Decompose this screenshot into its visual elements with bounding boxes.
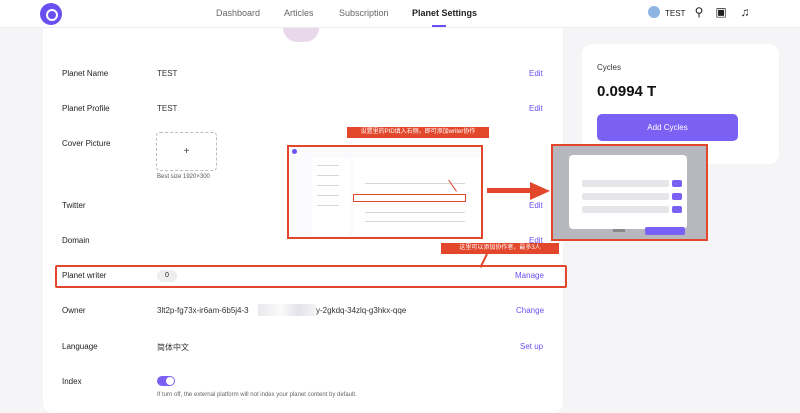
index-hint-text: If turn off, the external platform will … (157, 392, 357, 398)
cover-size-hint: Best size 1920×300 (157, 174, 210, 180)
tab-articles[interactable]: Articles (284, 8, 314, 18)
top-navigation-bar: Dashboard Articles Subscription Planet S… (0, 0, 800, 28)
person-icon[interactable]: ⚲ (692, 5, 706, 19)
mini-pid-input (582, 206, 669, 213)
mini-confirm-button (645, 227, 685, 235)
mini-sidebar (312, 158, 350, 236)
embedded-settings-screenshot (287, 145, 483, 239)
planet-name-edit-button[interactable]: Edit (529, 69, 543, 78)
language-label: Language (62, 342, 98, 351)
planet-profile-label: Planet Profile (62, 104, 110, 113)
owner-principal-end: y-2gkdq-34zlq-g3hkx-qqe (316, 306, 407, 315)
annotation-step-one: 设置里的PID填入右侧，即可添加writer协作 (347, 127, 489, 138)
planet-writer-highlight (55, 265, 567, 288)
mini-add-button (672, 180, 682, 187)
language-value: 简体中文 (157, 343, 189, 352)
planet-name-label: Planet Name (62, 69, 109, 78)
active-tab-indicator (432, 25, 446, 27)
mini-logo-icon (292, 149, 297, 154)
cover-picture-label: Cover Picture (62, 139, 111, 148)
mini-menu-line (317, 205, 339, 206)
logo-icon[interactable] (40, 3, 62, 25)
index-label: Index (62, 377, 82, 386)
manage-writers-button[interactable]: Manage (515, 271, 544, 280)
domain-label: Domain (62, 236, 90, 245)
change-owner-button[interactable]: Change (516, 306, 544, 315)
avatar[interactable] (648, 6, 660, 18)
mini-add-writer-modal (569, 155, 687, 235)
planet-profile-edit-button[interactable]: Edit (529, 104, 543, 113)
big-red-arrow (487, 188, 533, 193)
mini-pid-input (582, 180, 669, 187)
mini-pid-highlight (353, 194, 466, 202)
annotation-step-two: 这里可以添加协作者，最多3人 (441, 243, 559, 254)
planet-writer-label: Planet writer (62, 271, 107, 280)
mini-menu-line (317, 175, 339, 176)
mini-add-button (672, 206, 682, 213)
tab-dashboard[interactable]: Dashboard (216, 8, 260, 18)
mini-add-button (672, 193, 682, 200)
language-setup-button[interactable]: Set up (520, 342, 543, 351)
big-red-arrow-head (530, 182, 550, 200)
cycles-label: Cycles (597, 63, 622, 72)
tab-subscription[interactable]: Subscription (339, 8, 389, 18)
mini-pid-input (582, 193, 669, 200)
writer-count-badge: 0 (157, 270, 177, 282)
cover-upload-button[interactable]: + (156, 132, 217, 171)
mini-menu-line (317, 165, 339, 166)
mini-menu-line (317, 195, 339, 196)
user-name[interactable]: TEST (665, 9, 685, 18)
planet-profile-value: TEST (157, 104, 178, 113)
planet-name-value: TEST (157, 69, 178, 78)
mini-menu-line (317, 185, 339, 186)
mini-cancel-button (613, 229, 625, 232)
bell-icon[interactable]: ♫ (738, 5, 752, 19)
twitter-label: Twitter (62, 201, 86, 210)
tab-planet-settings[interactable]: Planet Settings (412, 8, 477, 18)
embedded-add-writer-screenshot (551, 144, 708, 241)
index-toggle[interactable] (157, 376, 175, 386)
mini-row-line (365, 221, 465, 222)
twitter-edit-button[interactable]: Edit (529, 201, 543, 210)
wallet-icon[interactable]: ▣ (714, 5, 728, 19)
cycles-value: 0.0994 T (597, 83, 657, 100)
add-cycles-button[interactable]: Add Cycles (597, 114, 738, 141)
owner-principal-start: 3lt2p-fg73x-ir6am-6b5j4-3 (157, 306, 249, 315)
mini-row-line (365, 212, 465, 213)
redaction-blur (258, 304, 316, 316)
owner-label: Owner (62, 306, 86, 315)
